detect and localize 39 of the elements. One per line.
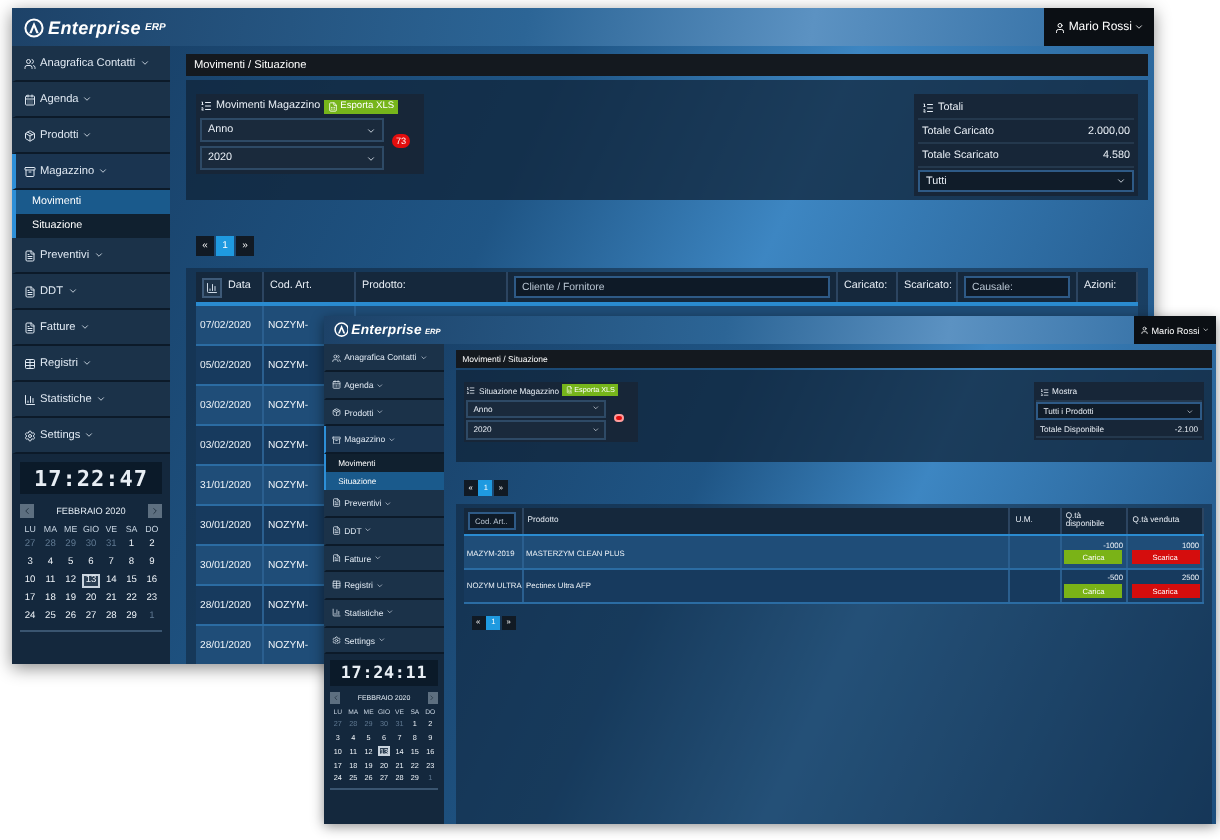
bar-chart-icon (206, 281, 218, 293)
caret-icon (366, 125, 376, 135)
document-icon (24, 321, 36, 333)
document-icon (24, 249, 36, 261)
caret-icon (98, 166, 109, 176)
list-icon (922, 102, 934, 114)
box-icon (24, 129, 36, 141)
settings-icon (24, 429, 36, 441)
calendar-icon (24, 93, 36, 105)
caret-icon (67, 286, 77, 296)
sort-button[interactable] (202, 277, 222, 297)
caret-icon (82, 130, 93, 140)
logo-text: Enterprise (48, 17, 142, 37)
next-month-button[interactable] (147, 504, 162, 518)
caret-icon (93, 250, 104, 260)
next-month-button[interactable] (427, 692, 438, 704)
caret-icon (95, 394, 106, 404)
prev-month-button[interactable] (20, 504, 34, 518)
caret-icon (84, 430, 95, 440)
table-icon (24, 357, 36, 369)
caret-icon (79, 322, 90, 332)
spreadsheet-icon (328, 101, 339, 111)
user-icon (1054, 21, 1067, 33)
caret-icon (139, 58, 150, 68)
users-icon (24, 57, 36, 69)
logo-icon (333, 322, 349, 339)
digital-clock: 17:22:47 (20, 462, 162, 494)
archive-icon (24, 165, 36, 177)
bar-chart-icon (24, 393, 36, 405)
logo-icon (24, 17, 44, 37)
prev-month-button[interactable] (330, 692, 341, 704)
caret-icon (81, 358, 92, 368)
caret-icon (1116, 176, 1126, 186)
caret-icon (82, 94, 93, 104)
document-icon (24, 285, 36, 297)
list-icon (200, 100, 212, 112)
caret-icon (366, 153, 376, 163)
digital-clock: 17:24:11 (330, 660, 438, 686)
caret-icon (1134, 22, 1144, 32)
